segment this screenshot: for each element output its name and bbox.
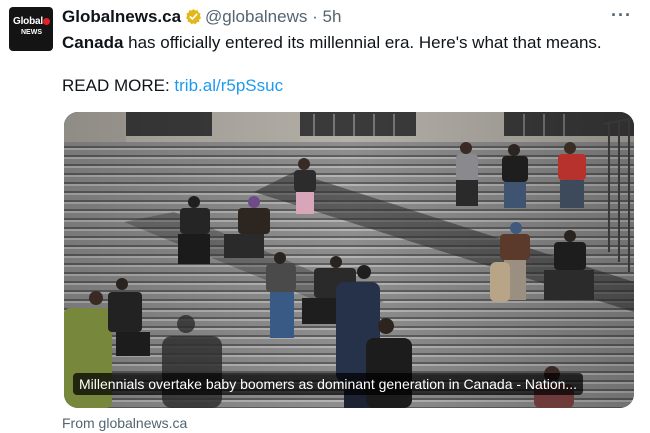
verified-badge-icon	[185, 8, 202, 31]
avatar-logo-sub: NEWS	[21, 29, 42, 36]
card-caption[interactable]: Millennials overtake baby boomers as dom…	[73, 373, 584, 395]
post-header: Globalnews.ca @globalnews · 5h	[62, 6, 341, 31]
post-text-bold: Canada	[62, 33, 124, 52]
avatar[interactable]: Global NEWS	[9, 7, 53, 51]
display-name[interactable]: Globalnews.ca	[62, 7, 181, 26]
steps-photo	[64, 112, 634, 408]
post-text: Canada has officially entered its millen…	[62, 32, 602, 54]
logo-dot-icon	[43, 18, 50, 25]
handle[interactable]: @globalnews	[205, 7, 307, 26]
link-card-image[interactable]	[64, 112, 634, 408]
card-source[interactable]: From globalnews.ca	[62, 415, 187, 431]
timestamp[interactable]: 5h	[323, 7, 342, 26]
read-more-line: READ MORE: trib.al/r5pSsuc	[62, 75, 283, 97]
more-options-icon[interactable]: ···	[611, 6, 632, 24]
read-more-link[interactable]: trib.al/r5pSsuc	[174, 76, 283, 95]
read-more-label: READ MORE:	[62, 76, 175, 95]
avatar-logo-text: Global	[13, 16, 43, 27]
separator: ·	[312, 7, 318, 26]
post-text-rest: has officially entered its millennial er…	[123, 33, 602, 52]
